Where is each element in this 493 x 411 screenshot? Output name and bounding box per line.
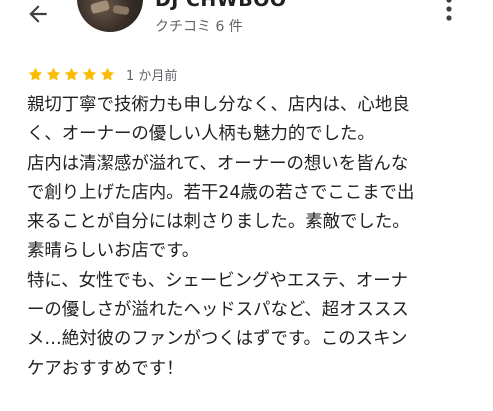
star-icon xyxy=(82,67,97,81)
star-icon xyxy=(100,67,115,81)
star-icon xyxy=(46,67,61,81)
review-text: 親切丁寧で技術力も申し分なく、店内は、心地良 く、オーナーの優しい人柄も魅力的でし… xyxy=(27,91,472,384)
review-text-line: ケアおすすめです！ xyxy=(27,358,184,379)
review-time: 1 か月前 xyxy=(126,68,178,84)
rating-row: 1 か月前 xyxy=(27,64,177,84)
reviewer-review-count: クチコミ 6 件 xyxy=(155,19,243,35)
review-text-line: 特に、女性でも、シェービングやエステ、オーナ xyxy=(27,270,409,291)
star-icon xyxy=(64,67,79,81)
more-vert-icon xyxy=(446,0,452,21)
review-text-line: 店内は清潔感が溢れて、オーナーの想いを皆んな xyxy=(27,153,409,174)
review-text-line: ーの優しさが溢れたヘッドスパなど、超オススス xyxy=(27,300,409,321)
review-text-line: 親切丁寧で技術力も申し分なく、店内は、心地良 xyxy=(27,95,410,115)
review-header: DJ CHWBOO クチコミ 6 件 xyxy=(0,0,493,46)
more-options-button[interactable] xyxy=(436,0,462,30)
back-button[interactable] xyxy=(22,0,54,30)
review-text-line: で創り上げた店内。若干24歳の若さでここまで出 xyxy=(27,182,415,203)
review-text-line: 来ることが自分には刺さりました。素敵でした。 xyxy=(27,212,410,233)
review-text-line: メ…絶対彼のファンがつくはずです。このスキン xyxy=(27,329,408,350)
star-rating xyxy=(27,66,116,83)
reviewer-name[interactable]: DJ CHWBOO xyxy=(155,0,287,11)
arrow-left-icon xyxy=(29,5,47,23)
review-text-line: く、オーナーの優しい人柄も魅力的でした。 xyxy=(27,124,375,145)
star-icon xyxy=(28,67,43,81)
avatar[interactable] xyxy=(77,0,143,32)
review-text-line: 素晴らしいお店です。 xyxy=(27,241,200,262)
